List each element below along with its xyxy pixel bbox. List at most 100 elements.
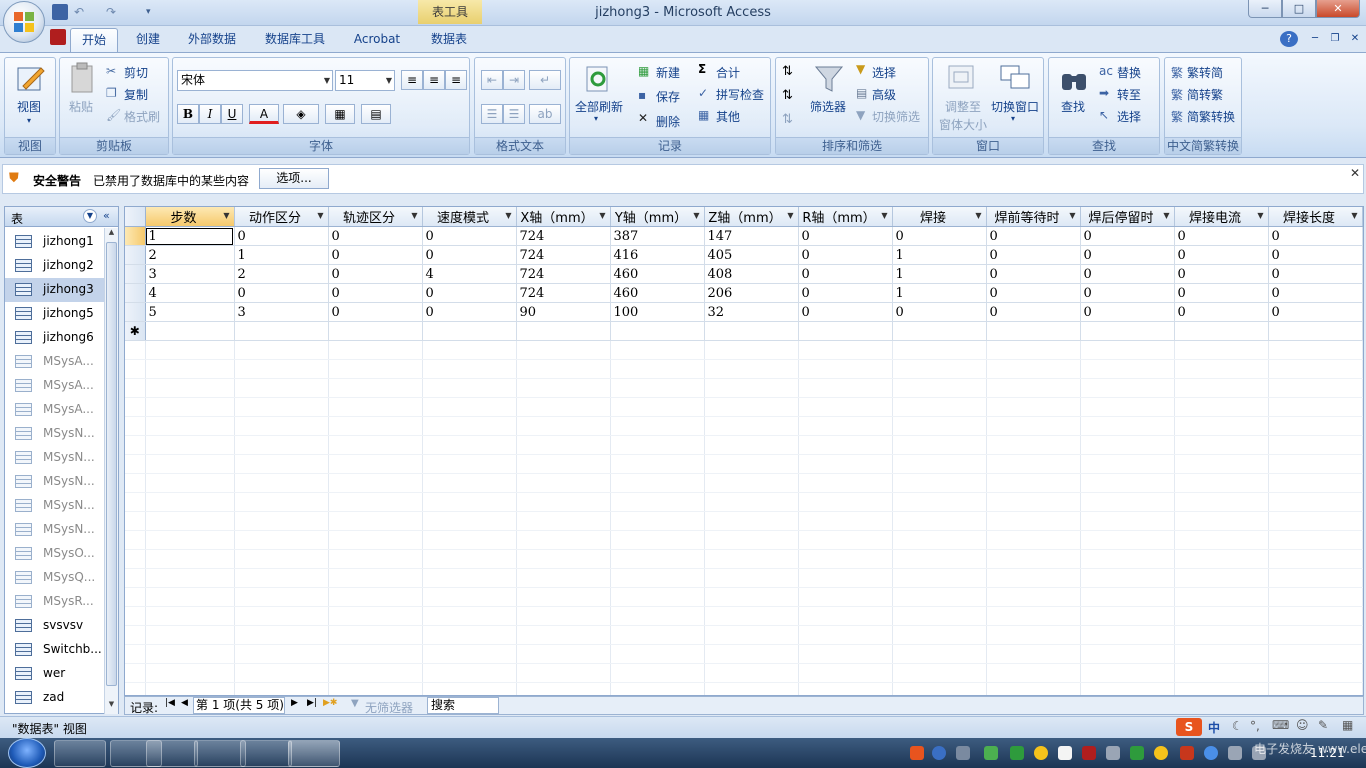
column-dropdown-icon[interactable]: ▼ (693, 211, 699, 220)
doc-restore-button[interactable]: ❐ (1326, 28, 1344, 52)
size-to-fit-button[interactable]: 调整至 (945, 98, 981, 115)
sort-descending-icon[interactable]: ⇅ (782, 88, 793, 103)
nav-collapse-icon[interactable]: « (103, 209, 110, 222)
copy-button[interactable]: 复制 (124, 86, 148, 103)
nav-item-table[interactable]: MSysN... (5, 518, 105, 542)
table-cell[interactable]: 0 (1268, 264, 1363, 284)
format-painter-icon[interactable]: 🖌 (106, 108, 121, 122)
convert-button[interactable]: 简繁转换 (1187, 108, 1235, 125)
new-record-row[interactable]: ✱ (125, 321, 1363, 341)
nav-item-table[interactable]: MSysN... (5, 422, 105, 446)
record-position-input[interactable]: 第 1 项(共 5 项) (193, 697, 285, 714)
nav-item-table[interactable]: MSysN... (5, 446, 105, 470)
table-cell[interactable]: 1 (234, 245, 329, 265)
paste-icon[interactable] (68, 62, 98, 94)
first-record-icon[interactable]: |◀ (165, 698, 175, 708)
selection-filter-icon[interactable]: ▼ (856, 62, 865, 76)
tray-shield-icon[interactable] (1130, 746, 1144, 760)
table-cell[interactable]: 0 (1080, 302, 1175, 322)
table-cell[interactable]: 1 (892, 264, 987, 284)
fill-color-icon[interactable]: ◈ (283, 104, 319, 124)
switch-windows-icon[interactable] (999, 64, 1031, 92)
taskbar-access-icon[interactable] (288, 740, 340, 767)
table-cell[interactable] (145, 321, 235, 341)
tab-database-tools[interactable]: 数据库工具 (256, 28, 334, 52)
tray-flag-icon[interactable] (1180, 746, 1194, 760)
table-cell[interactable]: 0 (986, 245, 1081, 265)
table-cell[interactable]: 0 (892, 302, 987, 322)
underline-button[interactable]: U (221, 104, 243, 124)
nav-item-table[interactable]: zad (5, 686, 105, 710)
column-dropdown-icon[interactable]: ▼ (599, 211, 605, 220)
table-cell[interactable]: 0 (986, 264, 1081, 284)
table-cell[interactable]: 3 (234, 302, 329, 322)
table-cell[interactable] (1080, 321, 1175, 341)
table-cell[interactable]: 4 (145, 283, 235, 303)
column-dropdown-icon[interactable]: ▼ (1069, 211, 1075, 220)
close-button[interactable]: ✕ (1316, 0, 1360, 18)
table-cell[interactable]: 724 (516, 226, 611, 246)
t2s-icon[interactable]: 繁 (1171, 64, 1183, 81)
column-header[interactable]: 焊前等待时 ▼ (986, 207, 1081, 227)
nav-item-table[interactable]: MSysA... (5, 374, 105, 398)
column-header[interactable]: X轴（mm） ▼ (516, 207, 611, 227)
replace-icon[interactable]: ac (1099, 64, 1113, 78)
font-size-combo[interactable]: 11 ▼ (335, 70, 395, 91)
table-cell[interactable]: 0 (328, 245, 423, 265)
numbering-icon[interactable]: ☰ (481, 104, 503, 124)
tray-bluetooth-icon[interactable] (1204, 746, 1218, 760)
last-record-icon[interactable]: ▶| (307, 698, 317, 708)
doc-minimize-button[interactable]: ─ (1306, 28, 1324, 52)
spelling-icon[interactable]: ✓ (698, 86, 708, 100)
nav-item-table[interactable]: jizhong3 (5, 278, 105, 302)
nav-item-table[interactable]: MSysA... (5, 398, 105, 422)
table-cell[interactable]: 32 (704, 302, 799, 322)
search-input[interactable]: 搜索 (427, 697, 499, 714)
table-cell[interactable]: 0 (234, 226, 329, 246)
new-record-nav-icon[interactable]: ▶✱ (323, 698, 337, 708)
column-header[interactable]: 动作区分 ▼ (234, 207, 329, 227)
paste-button[interactable]: 粘贴 (69, 98, 93, 115)
ime-mode-label[interactable]: 中 (1208, 719, 1220, 736)
office-button[interactable] (3, 1, 45, 43)
table-cell[interactable]: 0 (1080, 226, 1175, 246)
prev-record-icon[interactable]: ◀ (181, 698, 188, 708)
table-cell[interactable]: 100 (610, 302, 705, 322)
maximize-button[interactable]: □ (1282, 0, 1316, 18)
table-cell[interactable] (516, 321, 611, 341)
table-cell[interactable]: 724 (516, 283, 611, 303)
nav-item-table[interactable]: MSysO... (5, 542, 105, 566)
column-dropdown-icon[interactable]: ▼ (317, 211, 323, 220)
scroll-down-icon[interactable]: ▼ (106, 700, 117, 712)
taskbar-acrobat-icon[interactable] (194, 740, 246, 767)
table-cell[interactable]: 206 (704, 283, 799, 303)
nav-menu-chevron-icon[interactable]: ▼ (83, 209, 97, 223)
row-selector[interactable] (125, 264, 146, 284)
taskbar-app-pinwheel-icon[interactable] (54, 740, 106, 767)
view-icon[interactable] (15, 62, 47, 94)
size-to-fit-icon[interactable] (947, 64, 975, 92)
table-cell[interactable]: 0 (422, 245, 517, 265)
selection-filter-button[interactable]: 选择 (872, 64, 896, 81)
find-button[interactable]: 查找 (1061, 98, 1085, 115)
bullets-icon[interactable]: ☰ (503, 104, 525, 124)
tray-battery-icon[interactable] (984, 746, 998, 760)
table-cell[interactable] (610, 321, 705, 341)
tray-sogou-icon[interactable] (910, 746, 924, 760)
t2s-button[interactable]: 繁转简 (1187, 64, 1223, 81)
table-cell[interactable]: 2 (234, 264, 329, 284)
table-cell[interactable]: 0 (328, 264, 423, 284)
nav-item-table[interactable]: wer (5, 662, 105, 686)
increase-indent-icon[interactable]: ⇥ (503, 70, 525, 90)
tray-check-icon[interactable] (1010, 746, 1024, 760)
column-header[interactable]: Y轴（mm） ▼ (610, 207, 705, 227)
column-dropdown-icon[interactable]: ▼ (505, 211, 511, 220)
italic-button[interactable]: I (199, 104, 221, 124)
new-record-icon[interactable]: ▦ (638, 64, 649, 78)
sogou-ime-icon[interactable]: S (1176, 718, 1202, 736)
table-cell[interactable]: 0 (986, 302, 1081, 322)
ime-tools-icon[interactable]: ✎ (1318, 718, 1328, 732)
save-record-icon[interactable]: ▪ (638, 88, 646, 102)
table-cell[interactable]: 0 (892, 226, 987, 246)
advanced-filter-icon[interactable]: ▤ (856, 86, 867, 100)
